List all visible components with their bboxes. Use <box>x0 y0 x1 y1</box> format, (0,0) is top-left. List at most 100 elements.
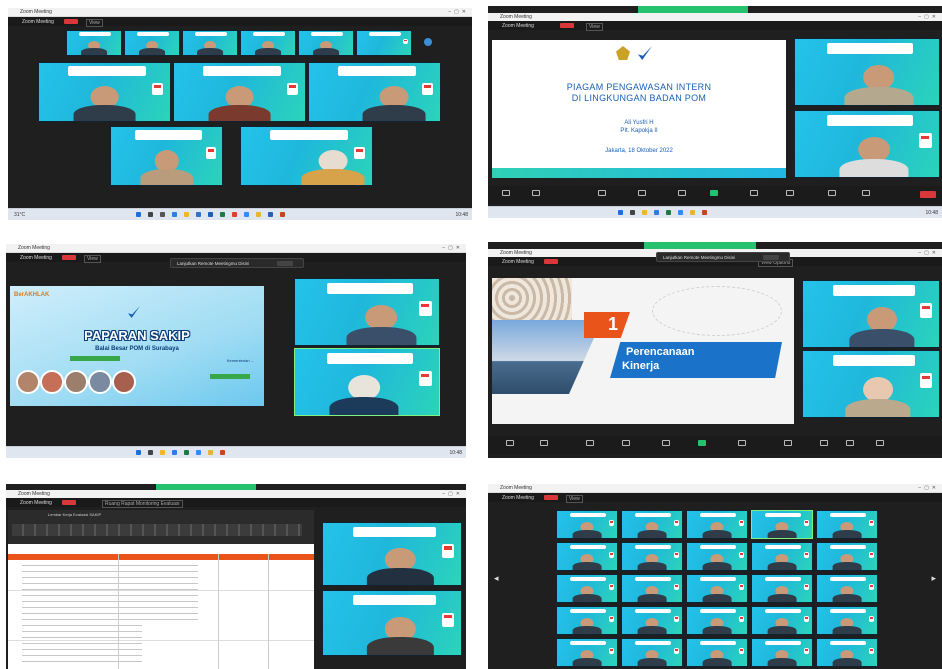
start-icon[interactable] <box>618 210 623 215</box>
search-icon[interactable] <box>148 450 153 455</box>
participant-tile[interactable] <box>751 638 813 667</box>
excel-icon[interactable] <box>184 450 189 455</box>
breakout-icon[interactable] <box>784 440 792 446</box>
participant-tile[interactable] <box>556 574 618 603</box>
participant-tile[interactable] <box>816 638 878 667</box>
zoom-icon[interactable] <box>196 450 201 455</box>
whiteboard-icon[interactable] <box>876 440 884 446</box>
video-icon[interactable] <box>532 190 540 196</box>
folder-icon[interactable] <box>160 450 165 455</box>
participant-tile[interactable] <box>816 542 878 571</box>
breakout-icon[interactable] <box>786 190 794 196</box>
view-button[interactable]: View <box>566 495 583 503</box>
ppt-icon[interactable] <box>702 210 707 215</box>
ribbon-tools[interactable] <box>12 524 302 536</box>
browser-icon[interactable] <box>654 210 659 215</box>
participant-tile[interactable] <box>182 30 238 56</box>
chrome-icon[interactable] <box>208 450 213 455</box>
participant-tile[interactable] <box>322 522 462 586</box>
participant-tile[interactable] <box>686 574 748 603</box>
participant-tile[interactable] <box>686 638 748 667</box>
zoom-icon[interactable] <box>244 212 249 217</box>
participant-tile[interactable] <box>621 606 683 635</box>
taskview-icon[interactable] <box>160 212 165 217</box>
participant-tile[interactable] <box>294 278 440 346</box>
window-controls[interactable]: –▢✕ <box>918 485 939 491</box>
window-controls[interactable]: –▢✕ <box>918 250 939 256</box>
record-icon[interactable] <box>750 190 758 196</box>
share-icon[interactable] <box>710 190 718 196</box>
weather-widget[interactable]: 31°C <box>14 212 25 218</box>
window-controls[interactable]: –▢✕ <box>442 491 463 497</box>
participant-tile[interactable] <box>556 510 618 539</box>
window-controls[interactable]: –▢✕ <box>442 245 463 251</box>
tab-title[interactable]: Ruang Rapat Monitoring Evaluasi <box>102 500 183 508</box>
search-icon[interactable] <box>630 210 635 215</box>
participant-tile[interactable] <box>110 126 223 186</box>
search-icon[interactable] <box>148 212 153 217</box>
app-icon[interactable] <box>232 212 237 217</box>
participant-tile[interactable] <box>686 606 748 635</box>
window-controls[interactable]: –▢✕ <box>918 14 939 20</box>
participant-tile[interactable] <box>66 30 122 56</box>
record-icon[interactable] <box>738 440 746 446</box>
next-page-icon[interactable]: ▸ <box>931 573 936 584</box>
mail-icon[interactable] <box>208 212 213 217</box>
participant-tile[interactable] <box>751 574 813 603</box>
participant-tile[interactable] <box>751 510 813 539</box>
participant-tile[interactable] <box>802 280 940 348</box>
window-controls[interactable]: –▢✕ <box>448 9 469 15</box>
start-icon[interactable] <box>136 212 141 217</box>
speaker-tile[interactable] <box>294 348 440 416</box>
excel-icon[interactable] <box>666 210 671 215</box>
browser-icon[interactable] <box>172 212 177 217</box>
view-button[interactable]: View <box>586 23 603 31</box>
ppt-icon[interactable] <box>220 450 225 455</box>
reminder-popup[interactable]: Lanjutkan Remote Meetingmu Disini <box>170 258 304 268</box>
popup-button[interactable] <box>277 261 293 266</box>
participant-tile[interactable] <box>556 606 618 635</box>
security-icon[interactable] <box>586 440 594 446</box>
apps-icon[interactable] <box>846 440 854 446</box>
mic-icon[interactable] <box>506 440 514 446</box>
participant-tile[interactable] <box>794 110 940 178</box>
participants-icon[interactable] <box>638 190 646 196</box>
participant-tile[interactable] <box>322 590 462 656</box>
browser-icon[interactable] <box>172 450 177 455</box>
security-icon[interactable] <box>598 190 606 196</box>
chat-icon[interactable] <box>678 190 686 196</box>
reminder-popup[interactable]: Lanjutkan Remote Meetingmu Disini <box>656 252 790 262</box>
store-icon[interactable] <box>196 212 201 217</box>
share-icon[interactable] <box>698 440 706 446</box>
reactions-icon[interactable] <box>820 440 828 446</box>
ppt-icon[interactable] <box>280 212 285 217</box>
participant-tile[interactable] <box>240 30 296 56</box>
start-icon[interactable] <box>136 450 141 455</box>
reactions-icon[interactable] <box>828 190 836 196</box>
participant-tile[interactable] <box>556 638 618 667</box>
zoom-icon[interactable] <box>678 210 683 215</box>
participant-tile[interactable] <box>621 638 683 667</box>
chat-icon[interactable] <box>662 440 670 446</box>
prev-page-icon[interactable]: ◂ <box>494 573 499 584</box>
apps-icon[interactable] <box>862 190 870 196</box>
participant-tile[interactable] <box>298 30 354 56</box>
chrome-icon[interactable] <box>690 210 695 215</box>
speaker-tile[interactable] <box>794 38 940 106</box>
participant-tile[interactable] <box>816 510 878 539</box>
folder-icon[interactable] <box>184 212 189 217</box>
participant-tile[interactable] <box>356 30 412 56</box>
participant-tile[interactable] <box>751 542 813 571</box>
participant-tile[interactable] <box>816 574 878 603</box>
participant-tile[interactable] <box>308 62 441 122</box>
participant-tile[interactable] <box>38 62 171 122</box>
chrome-icon[interactable] <box>256 212 261 217</box>
participant-tile[interactable] <box>240 126 373 186</box>
popup-button[interactable] <box>763 255 779 260</box>
word-icon[interactable] <box>268 212 273 217</box>
video-icon[interactable] <box>540 440 548 446</box>
participant-tile[interactable] <box>621 574 683 603</box>
participant-tile[interactable] <box>686 542 748 571</box>
mic-icon[interactable] <box>502 190 510 196</box>
participants-icon[interactable] <box>622 440 630 446</box>
